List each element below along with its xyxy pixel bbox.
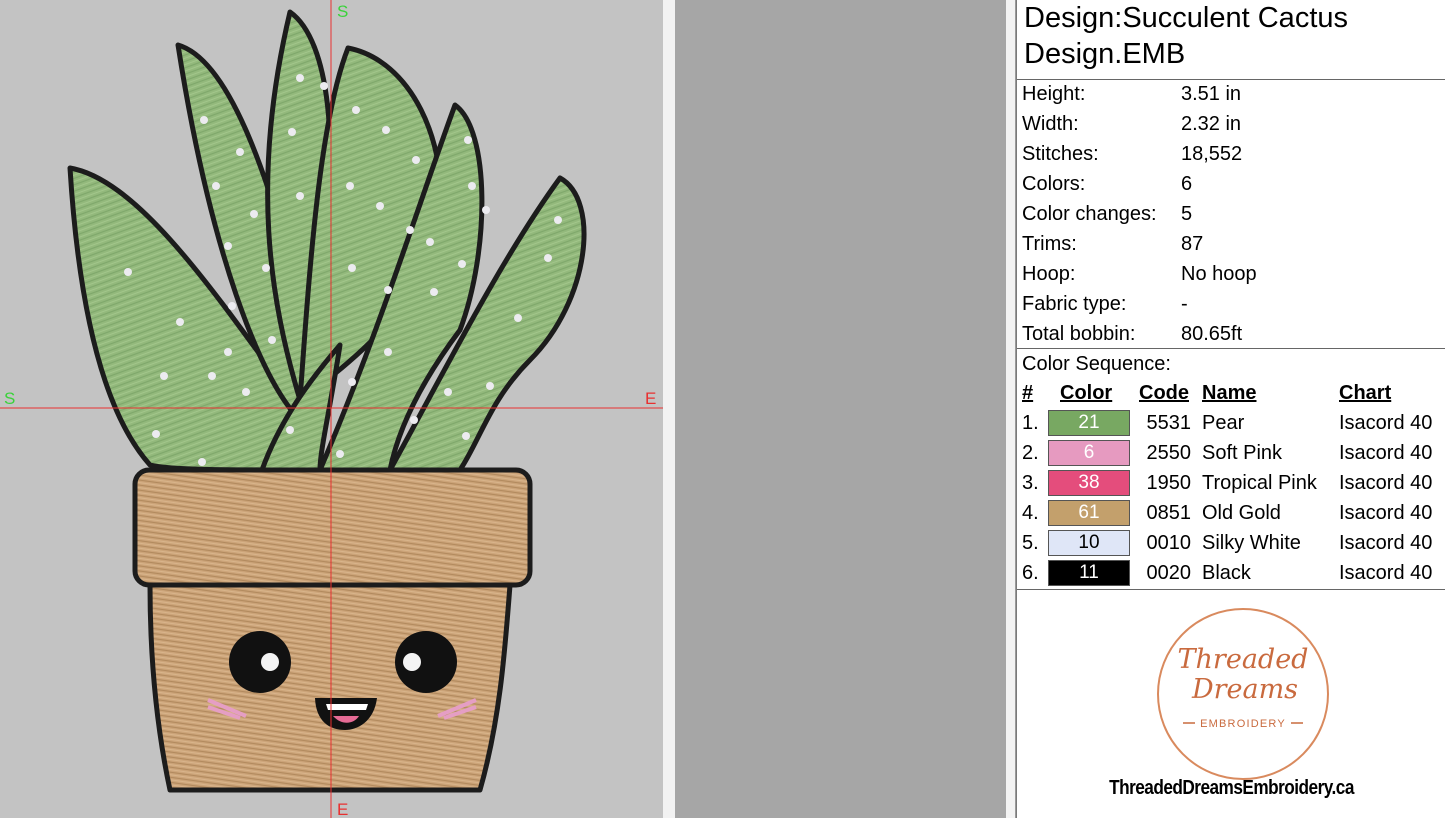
stat-label-height: Height: [1022, 83, 1086, 105]
color-code: 0020 [1146, 562, 1192, 584]
embroidery-design-image: S S E E [0, 0, 663, 818]
design-preview: S S E E [0, 0, 663, 818]
pot [132, 467, 533, 793]
color-swatch: 11 [1048, 560, 1130, 586]
design-filename: Design.EMB [1024, 38, 1186, 70]
color-name: Old Gold [1202, 502, 1281, 524]
divider-line [1017, 79, 1445, 80]
color-sequence-label: Color Sequence: [1022, 353, 1171, 375]
stat-value-trims: 87 [1181, 233, 1204, 255]
color-swatch: 10 [1048, 530, 1130, 556]
succulent-leaves [67, 9, 587, 473]
color-index: 3. [1022, 472, 1039, 494]
color-index: 2. [1022, 442, 1039, 464]
design-info-panel: Design:Succulent Cactus Design.EMB Heigh… [1016, 0, 1445, 818]
stat-value-stitches: 18,552 [1181, 143, 1243, 165]
stat-value-hoop: No hoop [1181, 263, 1257, 285]
color-code: 5531 [1146, 412, 1192, 434]
website-url: ThreadedDreamsEmbroidery.ca [1109, 777, 1354, 799]
svg-text:Threaded: Threaded [1178, 644, 1309, 675]
stat-label-total-bobbin: Total bobbin: [1022, 323, 1136, 345]
color-chart: Isacord 40 [1339, 472, 1433, 494]
color-name: Silky White [1202, 532, 1301, 554]
stat-label-fabric-type: Fabric type: [1022, 293, 1127, 315]
panel-divider[interactable] [1006, 0, 1016, 818]
stat-label-color-changes: Color changes: [1022, 203, 1157, 225]
color-name: Soft Pink [1202, 442, 1283, 464]
stat-value-fabric-type: - [1181, 293, 1188, 315]
design-title: Design:Succulent Cactus [1024, 2, 1348, 34]
color-code: 2550 [1146, 442, 1192, 464]
color-code: 1950 [1146, 472, 1192, 494]
color-name: Pear [1202, 412, 1245, 434]
color-chart: Isacord 40 [1339, 412, 1433, 434]
color-index: 5. [1022, 532, 1039, 554]
empty-panel [675, 0, 1006, 818]
color-index: 4. [1022, 502, 1039, 524]
stat-label-hoop: Hoop: [1022, 263, 1076, 285]
color-code: 0010 [1146, 532, 1192, 554]
svg-text:EMBROIDERY: EMBROIDERY [1200, 718, 1286, 730]
col-header-chart: Chart [1339, 382, 1392, 404]
color-chart: Isacord 40 [1339, 502, 1433, 524]
color-swatch: 61 [1048, 500, 1130, 526]
divider-line [1017, 348, 1445, 349]
brand-logo: Threaded Dreams EMBROIDERY [1157, 608, 1329, 780]
axis-label-bottom: E [337, 800, 348, 818]
col-header-code: Code [1139, 382, 1189, 404]
color-name: Black [1202, 562, 1251, 584]
stat-label-width: Width: [1022, 113, 1079, 135]
color-chart: Isacord 40 [1339, 442, 1433, 464]
color-chart: Isacord 40 [1339, 532, 1433, 554]
color-swatch: 38 [1048, 470, 1130, 496]
color-chart: Isacord 40 [1339, 562, 1433, 584]
stat-label-trims: Trims: [1022, 233, 1077, 255]
color-name: Tropical Pink [1202, 472, 1317, 494]
stat-value-colors: 6 [1181, 173, 1193, 195]
stat-label-stitches: Stitches: [1022, 143, 1099, 165]
axis-label-right: E [645, 389, 656, 408]
axis-label-left: S [4, 389, 15, 408]
color-swatch: 6 [1048, 440, 1130, 466]
divider-line [1017, 589, 1445, 590]
stat-value-color-changes: 5 [1181, 203, 1193, 225]
color-index: 1. [1022, 412, 1039, 434]
color-swatch: 21 [1048, 410, 1130, 436]
stat-value-total-bobbin: 80.65ft [1181, 323, 1243, 345]
col-header-num: # [1022, 382, 1034, 404]
col-header-name: Name [1202, 382, 1257, 404]
color-index: 6. [1022, 562, 1039, 584]
svg-text:Dreams: Dreams [1191, 674, 1298, 705]
axis-label-top: S [337, 2, 348, 21]
stat-value-width: 2.32 in [1181, 113, 1242, 135]
col-header-color: Color [1060, 382, 1113, 404]
color-code: 0851 [1146, 502, 1192, 524]
center-crosshair [0, 0, 663, 818]
stat-value-height: 3.51 in [1181, 83, 1242, 105]
stat-label-colors: Colors: [1022, 173, 1086, 195]
panel-gutter [663, 0, 675, 818]
